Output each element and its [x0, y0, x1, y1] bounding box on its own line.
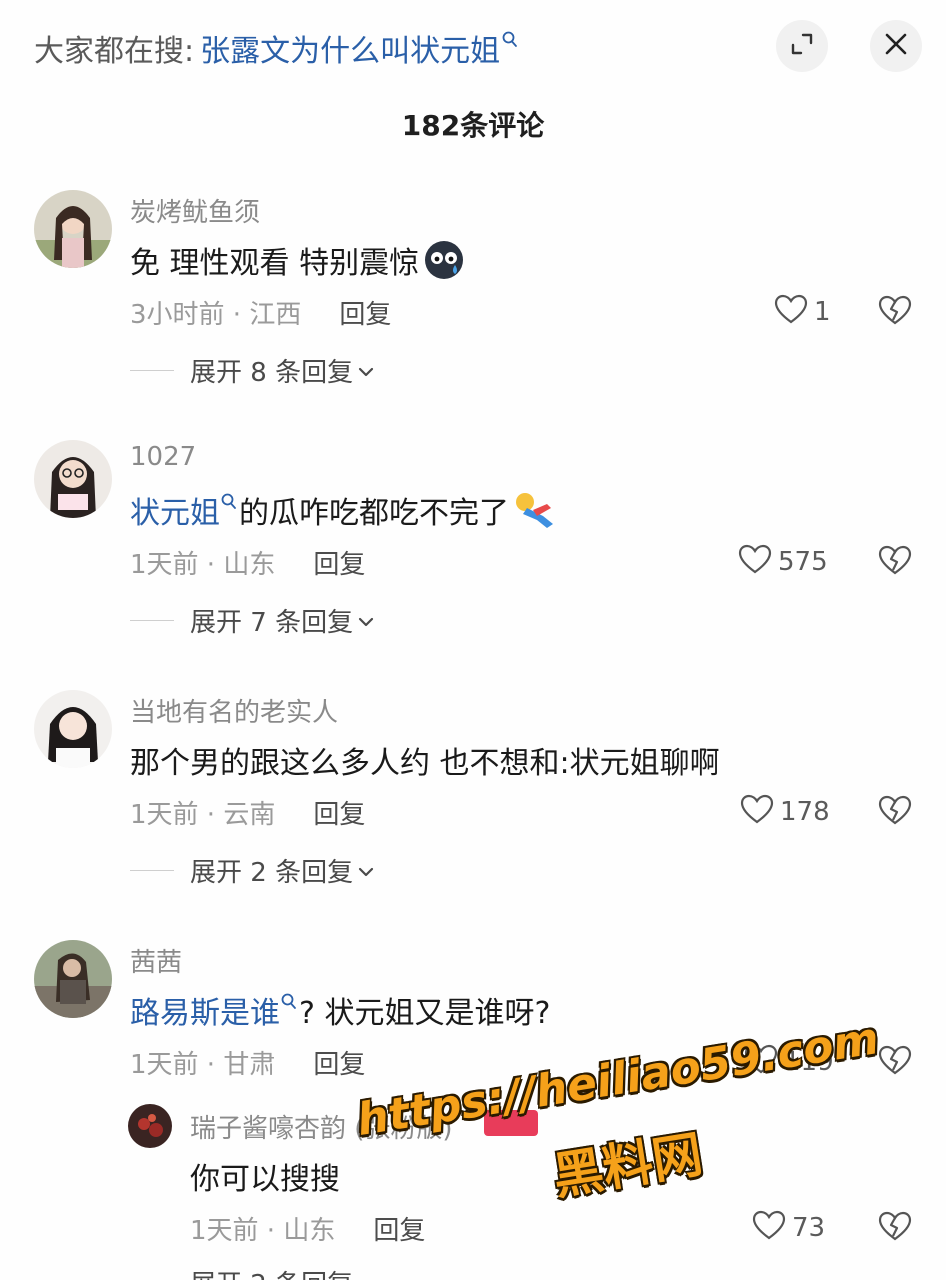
broken-heart-icon — [878, 1211, 912, 1246]
avatar[interactable] — [34, 940, 112, 1018]
close-icon — [884, 32, 908, 60]
heart-icon — [738, 544, 772, 581]
expand-replies-label: 展开 2 条回复 — [190, 857, 354, 888]
comment-meta: 1天前 · 云南 回复 — [130, 794, 365, 830]
heart-icon — [740, 794, 774, 831]
fan-badge — [484, 1110, 538, 1136]
expand-replies-label: 展开 8 条回复 — [190, 357, 354, 388]
comment-username[interactable]: 1027 — [130, 442, 196, 472]
shocked-emoji-icon — [423, 239, 465, 281]
broken-heart-icon — [878, 295, 912, 330]
comment-meta: 1天前 · 山东 回复 — [130, 544, 365, 580]
avatar[interactable] — [34, 690, 112, 768]
comment-meta: 1天前 · 甘肃 回复 — [130, 1044, 365, 1080]
comment-text: 状元姐 的瓜咋吃都吃不完了 — [130, 488, 559, 532]
divider-line — [130, 619, 174, 621]
expand-replies-label: 展开 2 条回复 — [190, 1264, 353, 1280]
reply-meta: 1天前 · 山东 回复 — [190, 1210, 425, 1246]
close-button[interactable] — [870, 20, 922, 72]
dislike-button[interactable] — [878, 1210, 912, 1246]
reply-button[interactable]: 回复 — [313, 544, 365, 581]
dislike-button[interactable] — [878, 544, 912, 580]
comment-search-link[interactable]: 路易斯是谁 — [130, 988, 280, 1032]
comment-username[interactable]: 茜茜 — [130, 942, 182, 979]
like-button[interactable]: 119 — [744, 1044, 834, 1080]
chevron-down-icon — [357, 855, 375, 885]
reply-button[interactable]: 回复 — [313, 794, 365, 831]
comment-time-location: 3小时前 · 江西 — [130, 299, 302, 330]
like-count: 1 — [814, 297, 831, 327]
comment-text: 那个男的跟这么多人约 也不想和:状元姐聊啊 — [130, 738, 720, 782]
comment-username[interactable]: 炭烤鱿鱼须 — [130, 192, 260, 229]
comment-text-content: 那个男的跟这么多人约 也不想和:状元姐聊啊 — [130, 746, 720, 781]
avatar[interactable] — [34, 190, 112, 268]
avatar[interactable] — [34, 440, 112, 518]
like-count: 73 — [792, 1213, 826, 1243]
dislike-button[interactable] — [878, 794, 912, 830]
comment-time-location: 1天前 · 甘肃 — [130, 1049, 276, 1080]
comments-panel: 大家都在搜: 张露文为什么叫状元姐 182条评论 炭烤鱿鱼须 免 理性观看 特别… — [0, 0, 946, 1280]
reply-username[interactable]: 瑞子酱嚎杏韵 (张粉版) — [190, 1108, 453, 1145]
like-button[interactable]: 178 — [740, 794, 830, 830]
search-icon — [221, 484, 237, 519]
avatar[interactable] — [128, 1104, 172, 1148]
broken-heart-icon — [878, 1045, 912, 1080]
broken-heart-icon — [878, 795, 912, 830]
broken-heart-icon — [878, 545, 912, 580]
like-count: 575 — [778, 547, 828, 577]
search-icon — [281, 984, 297, 1019]
like-count: 178 — [780, 797, 830, 827]
like-count: 119 — [784, 1047, 834, 1077]
comment-count-title: 182条评论 — [401, 109, 545, 142]
dislike-button[interactable] — [878, 294, 912, 330]
comment-text-content: 的瓜咋吃都吃不完了 — [239, 496, 509, 531]
expand-replies-button[interactable]: 展开 8 条回复 — [130, 352, 375, 388]
like-button[interactable]: 575 — [738, 544, 828, 580]
search-icon — [502, 22, 518, 57]
dislike-button[interactable] — [878, 1044, 912, 1080]
like-button[interactable]: 1 — [774, 294, 831, 330]
search-suggestion[interactable]: 大家都在搜: 张露文为什么叫状元姐 — [34, 24, 518, 72]
comment-time-location: 1天前 · 云南 — [130, 799, 276, 830]
chevron-down-icon — [357, 605, 375, 635]
search-suggestion-prefix: 大家都在搜: — [34, 34, 195, 69]
chevron-down-icon — [357, 355, 375, 385]
reply-button[interactable]: 回复 — [339, 294, 391, 331]
comment-username[interactable]: 当地有名的老实人 — [130, 692, 338, 729]
comment-meta: 3小时前 · 江西 回复 — [130, 294, 391, 330]
comment-text: 免 理性观看 特别震惊 — [130, 238, 465, 282]
comment-search-link[interactable]: 状元姐 — [130, 488, 220, 532]
comment-text-content: ? 状元姐又是谁呀? — [299, 996, 551, 1031]
expand-replies-button[interactable]: 展开 2 条回复 — [190, 1264, 353, 1280]
divider-line — [130, 369, 174, 371]
expand-replies-button[interactable]: 展开 2 条回复 — [130, 852, 375, 888]
comment-time-location: 1天前 · 山东 — [130, 549, 276, 580]
search-suggestion-query[interactable]: 张露文为什么叫状元姐 — [200, 26, 500, 70]
comment-text-content: 免 理性观看 特别震惊 — [130, 246, 420, 281]
like-button[interactable]: 73 — [752, 1210, 825, 1246]
heart-icon — [744, 1044, 778, 1081]
expand-replies-button[interactable]: 展开 7 条回复 — [130, 602, 375, 638]
divider-line — [130, 869, 174, 871]
expand-icon — [789, 31, 815, 61]
reply-text: 你可以搜搜 — [190, 1154, 340, 1198]
expand-replies-label: 展开 7 条回复 — [190, 607, 354, 638]
fall-down-emoji-icon — [513, 490, 559, 530]
reply-time-location: 1天前 · 山东 — [190, 1215, 336, 1246]
heart-icon — [774, 294, 808, 331]
top-bar: 大家都在搜: 张露文为什么叫状元姐 — [0, 0, 946, 92]
expand-button[interactable] — [776, 20, 828, 72]
heart-icon — [752, 1210, 786, 1247]
reply-button[interactable]: 回复 — [373, 1210, 425, 1247]
reply-text-content: 你可以搜搜 — [190, 1162, 340, 1197]
reply-button[interactable]: 回复 — [313, 1044, 365, 1081]
comment-text: 路易斯是谁 ? 状元姐又是谁呀? — [130, 988, 550, 1032]
